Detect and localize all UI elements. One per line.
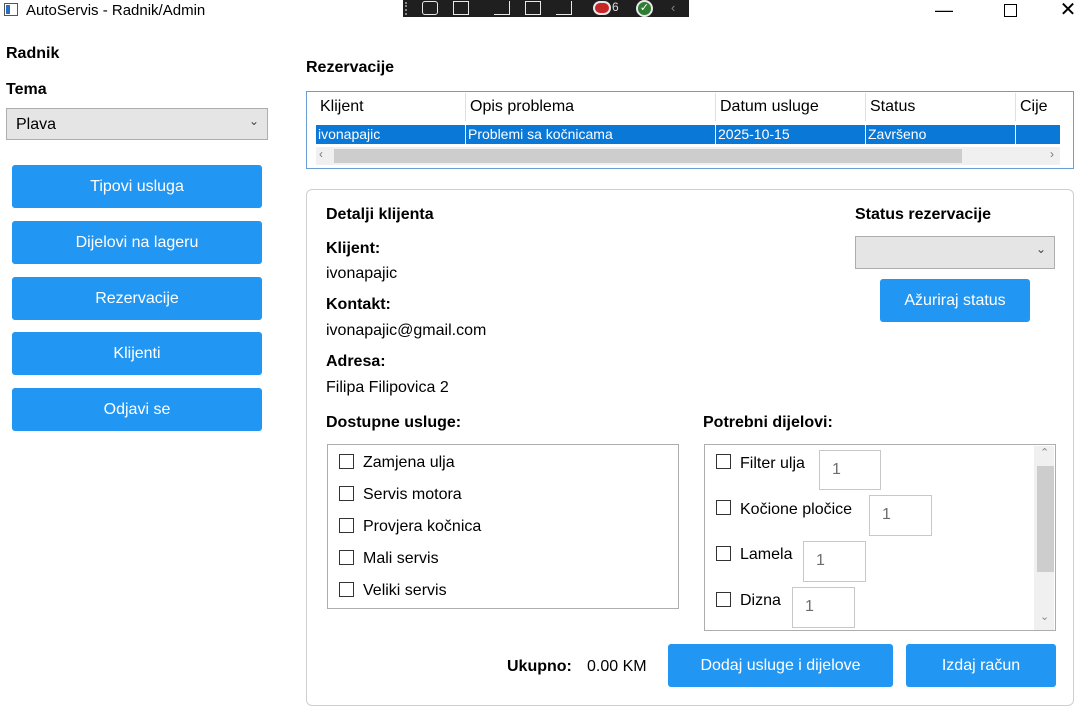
quantity-input[interactable]: 1 xyxy=(792,587,855,628)
issue-invoice-button[interactable]: Izdaj račun xyxy=(906,644,1056,687)
column-header-opis[interactable]: Opis problema xyxy=(466,93,716,121)
checkbox[interactable] xyxy=(716,454,731,469)
debug-toolbar: 6 ✓ ‹ xyxy=(403,0,689,17)
cell-cijena xyxy=(1016,125,1060,144)
vertical-scrollbar[interactable]: ⌃ ⌄ xyxy=(1034,446,1054,630)
details-heading: Detalji klijenta xyxy=(326,206,434,223)
reservations-grid[interactable]: Klijent Opis problema Datum usluge Statu… xyxy=(306,91,1074,169)
part-label: Dizna xyxy=(740,592,781,609)
parts-list[interactable]: Filter ulja 1 Kočione pločice 1 Lamela 1… xyxy=(704,444,1056,631)
cursor-icon[interactable] xyxy=(494,1,510,15)
title-bar: AutoServis - Radnik/Admin 6 ✓ ‹ — ✕ xyxy=(0,0,1087,22)
column-header-status[interactable]: Status xyxy=(866,93,1016,121)
layout-adorner-icon[interactable] xyxy=(525,1,541,15)
list-item[interactable]: Kočione pločice 1 xyxy=(716,491,1036,537)
quantity-input[interactable]: 1 xyxy=(803,541,866,582)
total-label: Ukupno: xyxy=(507,658,572,675)
app-icon xyxy=(4,3,18,16)
status-heading: Status rezervacije xyxy=(855,206,992,223)
error-icon[interactable] xyxy=(593,1,611,15)
video-icon[interactable] xyxy=(453,1,469,15)
scroll-down-icon[interactable]: ⌄ xyxy=(1040,610,1049,623)
column-header-klijent[interactable]: Klijent xyxy=(316,93,466,121)
close-button[interactable]: ✕ xyxy=(1046,0,1087,22)
checkbox[interactable] xyxy=(716,546,731,561)
status-select[interactable]: ⌄ xyxy=(855,236,1055,269)
window-title: AutoServis - Radnik/Admin xyxy=(26,2,206,19)
contact-value: ivonapajic@gmail.com xyxy=(326,322,487,339)
cell-opis: Problemi sa kočnicama xyxy=(466,125,716,144)
checkbox[interactable] xyxy=(716,592,731,607)
scroll-left-icon[interactable]: ‹ xyxy=(319,147,323,161)
part-label: Filter ulja xyxy=(740,455,805,472)
list-item[interactable]: Lamela 1 xyxy=(716,537,1036,583)
theme-value: Plava xyxy=(16,116,57,133)
collapse-icon[interactable]: ‹ xyxy=(671,0,675,15)
check-icon[interactable]: ✓ xyxy=(636,0,653,17)
details-panel: Detalji klijenta Klijent: ivonapajic Kon… xyxy=(306,189,1074,706)
nav-rezervacije-button[interactable]: Rezervacije xyxy=(12,277,262,320)
checkbox[interactable] xyxy=(339,582,354,597)
address-value: Filipa Filipovica 2 xyxy=(326,379,449,396)
cell-klijent: ivonapajic xyxy=(316,125,466,144)
track-focus-icon[interactable] xyxy=(556,1,572,15)
quantity-input[interactable]: 1 xyxy=(869,495,932,536)
nav-tipovi-usluga-button[interactable]: Tipovi usluga xyxy=(12,165,262,208)
column-header-cijena[interactable]: Cije xyxy=(1016,93,1073,121)
client-label: Klijent: xyxy=(326,240,381,257)
service-label: Servis motora xyxy=(363,486,462,503)
add-services-parts-button[interactable]: Dodaj usluge i dijelove xyxy=(668,644,893,687)
drag-grip-icon[interactable] xyxy=(405,2,411,15)
scrollbar-thumb[interactable] xyxy=(1037,466,1054,572)
scroll-up-icon[interactable]: ⌃ xyxy=(1040,446,1049,459)
checkbox[interactable] xyxy=(339,454,354,469)
services-label: Dostupne usluge: xyxy=(326,414,462,431)
horizontal-scrollbar[interactable]: ‹ › xyxy=(316,147,1060,165)
maximize-button[interactable] xyxy=(988,0,1032,22)
quantity-input[interactable]: 1 xyxy=(819,450,881,490)
cell-datum: 2025-10-15 xyxy=(716,125,866,144)
address-label: Adresa: xyxy=(326,353,386,370)
checkbox[interactable] xyxy=(339,518,354,533)
checkbox[interactable] xyxy=(339,486,354,501)
chevron-down-icon: ⌄ xyxy=(1035,242,1046,256)
total-value: 0.00 KM xyxy=(587,658,647,675)
nav-klijenti-button[interactable]: Klijenti xyxy=(12,332,262,375)
sidebar-heading: Radnik xyxy=(6,45,60,62)
chevron-down-icon: ⌄ xyxy=(248,114,259,128)
table-row[interactable]: ivonapajic Problemi sa kočnicama 2025-10… xyxy=(316,125,1060,144)
scrollbar-thumb[interactable] xyxy=(334,149,962,163)
logout-button[interactable]: Odjavi se xyxy=(12,388,262,431)
part-label: Kočione pločice xyxy=(740,501,853,518)
update-status-button[interactable]: Ažuriraj status xyxy=(880,279,1030,322)
error-count: 6 xyxy=(612,0,619,14)
cell-status: Završeno xyxy=(866,125,1016,144)
service-label: Provjera kočnica xyxy=(363,518,482,535)
checkbox[interactable] xyxy=(339,550,354,565)
part-label: Lamela xyxy=(740,546,793,563)
service-label: Mali servis xyxy=(363,550,439,567)
service-label: Veliki servis xyxy=(363,582,447,599)
list-item[interactable]: Dizna 1 xyxy=(716,583,1036,629)
service-label: Zamjena ulja xyxy=(363,454,455,471)
list-item[interactable]: Filter ulja 1 xyxy=(716,445,1036,491)
checkbox[interactable] xyxy=(716,500,731,515)
select-element-icon[interactable] xyxy=(422,1,438,15)
minimize-button[interactable]: — xyxy=(922,0,966,22)
nav-dijelovi-button[interactable]: Dijelovi na lageru xyxy=(12,221,262,264)
services-list[interactable]: Zamjena ulja Servis motora Provjera kočn… xyxy=(327,444,679,609)
scroll-right-icon[interactable]: › xyxy=(1050,147,1054,161)
column-header-datum[interactable]: Datum usluge xyxy=(716,93,866,121)
reservations-title: Rezervacije xyxy=(306,59,395,76)
theme-label: Tema xyxy=(6,81,47,98)
contact-label: Kontakt: xyxy=(326,296,391,313)
theme-select[interactable]: Plava ⌄ xyxy=(6,108,268,140)
client-value: ivonapajic xyxy=(326,265,398,282)
parts-label: Potrebni dijelovi: xyxy=(703,414,833,431)
